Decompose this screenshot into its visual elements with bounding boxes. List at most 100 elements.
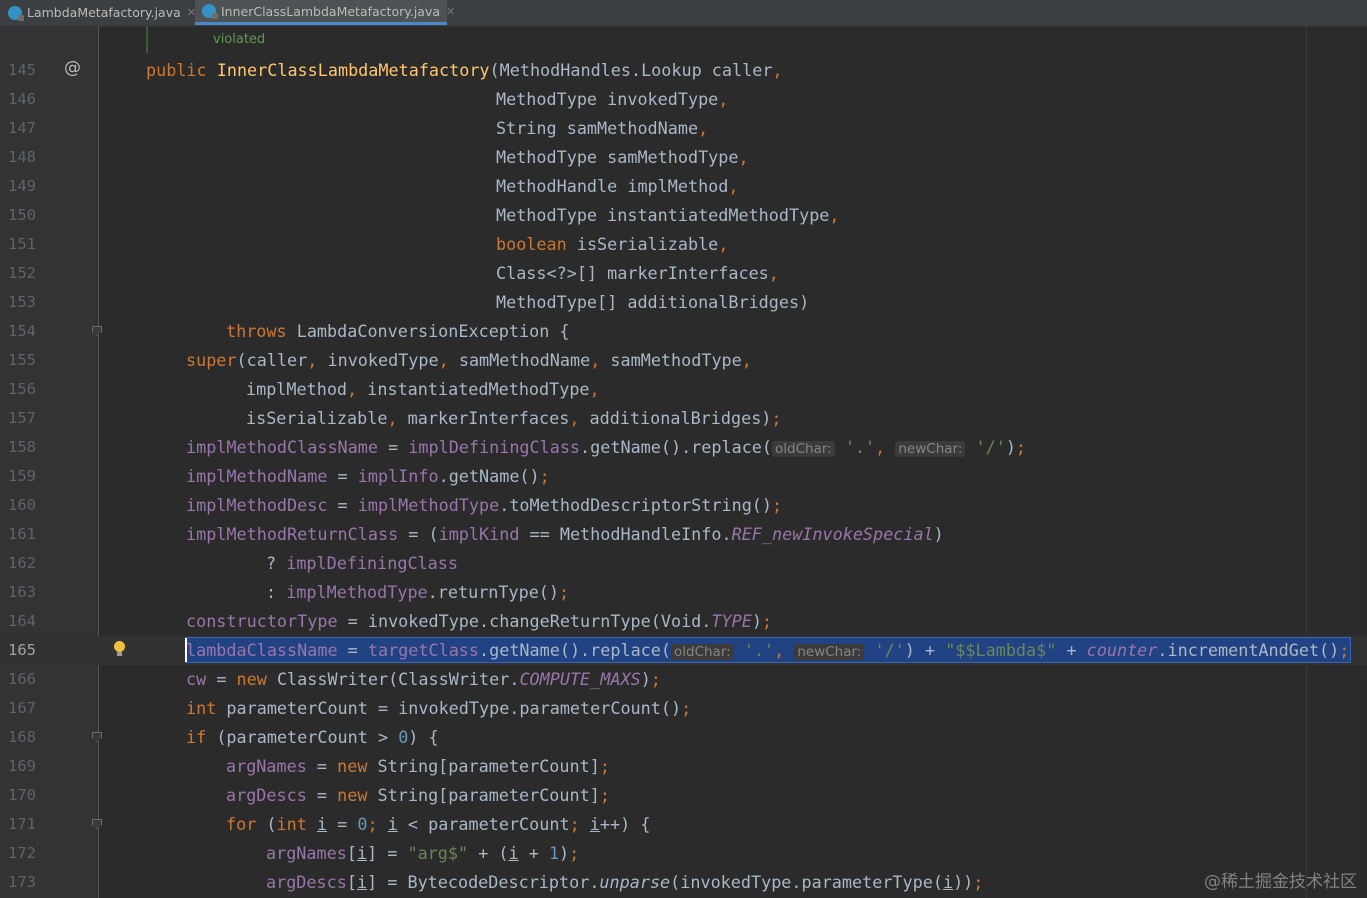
code-text: String samMethodName, [496, 118, 709, 138]
line-number: 148 [8, 148, 36, 166]
tab-lambdametafactory[interactable]: LambdaMetafactory.java ✕ [8, 0, 196, 25]
line-number: 172 [8, 844, 36, 862]
parameter-hint: oldChar: [670, 644, 734, 660]
line-number: 156 [8, 380, 36, 398]
code-line[interactable]: 164 constructorType = invokedType.change… [0, 607, 1367, 636]
line-number: 164 [8, 612, 36, 630]
code-line[interactable]: 172 argNames[i] = "arg$" + (i + 1); [0, 839, 1367, 868]
line-number: 151 [8, 235, 36, 253]
parameter-hint: newChar: [895, 441, 966, 457]
code-text: argNames = new String[parameterCount]; [226, 756, 610, 776]
watermark: @稀土掘金技术社区 [1204, 872, 1357, 892]
code-line-current[interactable]: 165 lambdaClassName = targetClass.getNam… [0, 636, 1367, 665]
code-line[interactable]: 150 MethodType instantiatedMethodType, [0, 201, 1367, 230]
override-icon[interactable]: @ [64, 58, 81, 78]
code-line[interactable]: 149 MethodHandle implMethod, [0, 172, 1367, 201]
code-line[interactable]: 151 boolean isSerializable, [0, 230, 1367, 259]
code-text: MethodType invokedType, [496, 89, 729, 109]
code-text: lambdaClassName = targetClass.getName().… [186, 640, 1350, 660]
java-class-icon [202, 4, 218, 19]
code-line[interactable]: 156 implMethod, instantiatedMethodType, [0, 375, 1367, 404]
line-number: 157 [8, 409, 36, 427]
code-text: ? implDefiningClass [266, 553, 458, 573]
code-text: implMethodReturnClass = (implKind == Met… [186, 524, 944, 544]
line-number: 170 [8, 786, 36, 804]
line-number: 171 [8, 815, 36, 833]
line-number: 149 [8, 177, 36, 195]
code-text: throws LambdaConversionException { [226, 321, 570, 341]
line-number: 146 [8, 90, 36, 108]
line-number: 161 [8, 525, 36, 543]
code-line[interactable]: 163 : implMethodType.returnType(); [0, 578, 1367, 607]
code-line[interactable]: 167 int parameterCount = invokedType.par… [0, 694, 1367, 723]
editor-tab-bar: LambdaMetafactory.java ✕ InnerClassLambd… [0, 0, 1367, 27]
code-text: isSerializable, markerInterfaces, additi… [246, 408, 782, 428]
tab-label: LambdaMetafactory.java [27, 5, 181, 20]
code-text: : implMethodType.returnType(); [266, 582, 570, 602]
code-line[interactable]: 153 MethodType[] additionalBridges) [0, 288, 1367, 317]
code-line[interactable]: 147 String samMethodName, [0, 114, 1367, 143]
code-text: boolean isSerializable, [496, 234, 729, 254]
code-text: MethodType instantiatedMethodType, [496, 205, 840, 225]
line-number: 155 [8, 351, 36, 369]
line-number: 150 [8, 206, 36, 224]
fold-icon[interactable] [92, 326, 102, 336]
line-number: 162 [8, 554, 36, 572]
code-line[interactable]: 159 implMethodName = implInfo.getName(); [0, 462, 1367, 491]
line-number: 167 [8, 699, 36, 717]
fold-icon[interactable] [92, 819, 102, 829]
line-number: 159 [8, 467, 36, 485]
code-line[interactable]: 161 implMethodReturnClass = (implKind ==… [0, 520, 1367, 549]
code-text: MethodType samMethodType, [496, 147, 749, 167]
parameter-hint: newChar: [794, 644, 865, 660]
line-number: 147 [8, 119, 36, 137]
code-line[interactable]: 152 Class<?>[] markerInterfaces, [0, 259, 1367, 288]
code-text: argDescs[i] = BytecodeDescriptor.unparse… [266, 872, 984, 892]
code-text: implMethodName = implInfo.getName(); [186, 466, 550, 486]
line-number: 152 [8, 264, 36, 282]
line-number: 163 [8, 583, 36, 601]
code-line[interactable]: 169 argNames = new String[parameterCount… [0, 752, 1367, 781]
code-text: implMethodDesc = implMethodType.toMethod… [186, 495, 783, 515]
code-line[interactable]: 146 MethodType invokedType, [0, 85, 1367, 114]
code-text: implMethodClassName = implDefiningClass.… [186, 437, 1027, 457]
code-line[interactable]: 171 for (int i = 0; i < parameterCount; … [0, 810, 1367, 839]
line-number: 173 [8, 873, 36, 891]
code-line[interactable]: 145 @ public InnerClassLambdaMetafactory… [0, 56, 1367, 85]
code-line[interactable]: 170 argDescs = new String[parameterCount… [0, 781, 1367, 810]
fold-icon[interactable] [92, 732, 102, 742]
code-text: int parameterCount = invokedType.paramet… [186, 698, 692, 718]
code-line[interactable]: 158 implMethodClassName = implDefiningCl… [0, 433, 1367, 462]
code-line[interactable]: 155 super(caller, invokedType, samMethod… [0, 346, 1367, 375]
code-line[interactable]: 168 if (parameterCount > 0) { [0, 723, 1367, 752]
lightbulb-icon[interactable] [114, 641, 125, 656]
line-number: 168 [8, 728, 36, 746]
code-editor[interactable]: 145 @ public InnerClassLambdaMetafactory… [0, 56, 1367, 897]
doc-comment-preview: violated [146, 26, 1303, 53]
code-line[interactable]: 173 argDescs[i] = BytecodeDescriptor.unp… [0, 868, 1367, 897]
code-text: for (int i = 0; i < parameterCount; i++)… [226, 814, 651, 834]
code-text: implMethod, instantiatedMethodType, [246, 379, 600, 399]
text-caret [185, 638, 187, 662]
line-number: 166 [8, 670, 36, 688]
java-class-icon [8, 5, 24, 21]
code-line[interactable]: 162 ? implDefiningClass [0, 549, 1367, 578]
code-text: argDescs = new String[parameterCount]; [226, 785, 610, 805]
line-number: 145 [8, 61, 36, 79]
line-number: 154 [8, 322, 36, 340]
code-line[interactable]: 154 throws LambdaConversionException { [0, 317, 1367, 346]
code-line[interactable]: 160 implMethodDesc = implMethodType.toMe… [0, 491, 1367, 520]
tab-label: InnerClassLambdaMetafactory.java [221, 3, 441, 19]
code-line[interactable]: 166 cw = new ClassWriter(ClassWriter.COM… [0, 665, 1367, 694]
close-icon[interactable]: ✕ [446, 5, 455, 18]
code-line[interactable]: 157 isSerializable, markerInterfaces, ad… [0, 404, 1367, 433]
code-line[interactable]: 148 MethodType samMethodType, [0, 143, 1367, 172]
line-number: 169 [8, 757, 36, 775]
line-number: 165 [8, 641, 36, 659]
code-text: MethodHandle implMethod, [496, 176, 739, 196]
code-text: Class<?>[] markerInterfaces, [496, 263, 779, 283]
line-number: 160 [8, 496, 36, 514]
tab-innerclasslambdametafactory[interactable]: InnerClassLambdaMetafactory.java ✕ [195, 0, 455, 25]
code-text: cw = new ClassWriter(ClassWriter.COMPUTE… [186, 669, 661, 689]
doc-comment-text: violated [213, 32, 266, 47]
